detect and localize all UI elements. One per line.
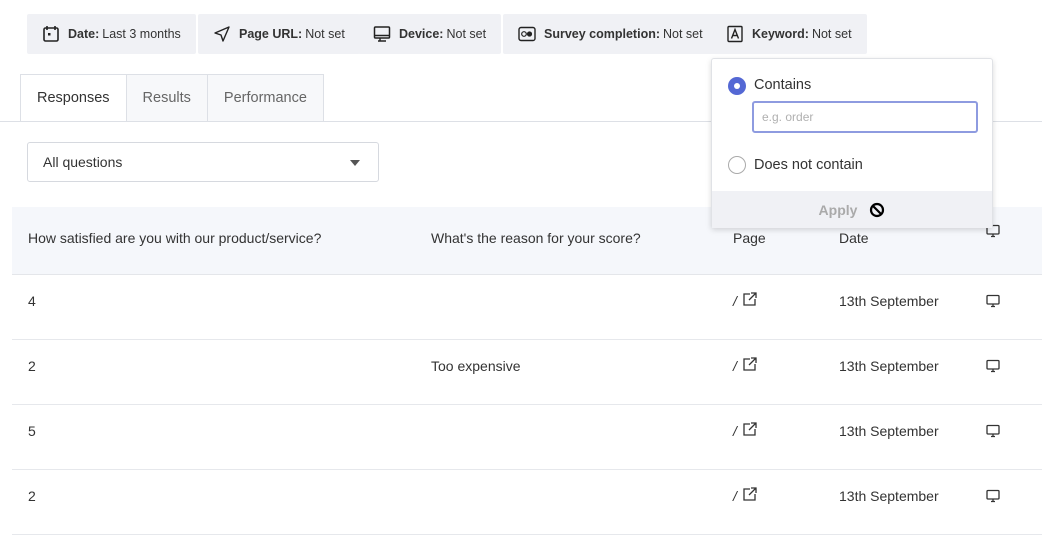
- radio-does-not-contain[interactable]: [728, 156, 746, 174]
- page-cell: /: [733, 423, 737, 439]
- keyword-filter-popup: Contains Does not contain Apply: [711, 58, 993, 228]
- letter-a-icon: [727, 25, 743, 43]
- question-select-value: All questions: [43, 154, 123, 170]
- score-cell: 2: [28, 358, 36, 374]
- radio-contains-label[interactable]: Contains: [754, 77, 811, 93]
- filter-value: Not set: [305, 27, 345, 41]
- desktop-icon: [986, 424, 1000, 438]
- radio-does-not-contain-label[interactable]: Does not contain: [754, 157, 863, 173]
- keyword-input[interactable]: [752, 101, 978, 133]
- column-header-reason[interactable]: What's the reason for your score?: [431, 230, 641, 246]
- filter-device[interactable]: Device: Not set: [358, 14, 502, 54]
- score-cell: 5: [28, 423, 36, 439]
- filter-label: Keyword:: [752, 27, 809, 41]
- radio-contains[interactable]: [728, 77, 746, 95]
- date-cell: 13th September: [839, 358, 939, 374]
- column-header-date[interactable]: Date: [839, 230, 869, 246]
- filter-page-url[interactable]: Page URL: Not set: [198, 14, 360, 54]
- desktop-icon: [986, 489, 1000, 503]
- filter-value: Not set: [811, 27, 852, 41]
- not-allowed-icon: [870, 202, 885, 217]
- filter-label: Survey completion:: [544, 27, 660, 41]
- tab-results[interactable]: Results: [125, 74, 208, 122]
- apply-button[interactable]: Apply: [712, 191, 992, 228]
- date-cell: 13th September: [839, 488, 939, 504]
- table-row[interactable]: 2 Too expensive / 13th September: [12, 340, 1042, 405]
- external-link-icon[interactable]: [742, 292, 757, 307]
- filter-label: Device:: [399, 27, 444, 41]
- score-cell: 2: [28, 488, 36, 504]
- filter-value: Not set: [663, 27, 703, 41]
- external-link-icon[interactable]: [742, 357, 757, 372]
- filter-survey-completion[interactable]: Survey completion: Not set: [503, 14, 718, 54]
- calendar-icon: [43, 26, 59, 42]
- filter-value: Not set: [446, 27, 487, 41]
- tab-responses[interactable]: Responses: [20, 74, 127, 122]
- date-cell: 13th September: [839, 423, 939, 439]
- reason-cell: Too expensive: [431, 358, 521, 374]
- page-cell: /: [733, 293, 737, 309]
- desktop-icon: [986, 294, 1000, 308]
- table-row[interactable]: 2 / 13th September: [12, 470, 1042, 535]
- filter-label: Date:: [68, 27, 100, 41]
- navigation-arrow-icon: [214, 26, 230, 42]
- desktop-icon: [986, 359, 1000, 373]
- tab-performance[interactable]: Performance: [206, 74, 324, 122]
- filter-value: Last 3 months: [102, 27, 181, 41]
- chevron-down-icon: [350, 160, 360, 166]
- table-row[interactable]: 5 / 13th September: [12, 405, 1042, 470]
- external-link-icon[interactable]: [742, 422, 757, 437]
- column-header-page[interactable]: Page: [733, 230, 766, 246]
- apply-label: Apply: [818, 201, 858, 218]
- page-cell: /: [733, 358, 737, 374]
- date-cell: 13th September: [839, 293, 939, 309]
- filter-label: Page URL:: [239, 27, 303, 41]
- filter-date[interactable]: Date: Last 3 months: [27, 14, 196, 54]
- toggle-icon: [518, 26, 536, 42]
- score-cell: 4: [28, 293, 36, 309]
- monitor-icon: [373, 26, 391, 42]
- tab-bar: Responses Results Performance: [20, 74, 324, 122]
- external-link-icon[interactable]: [742, 487, 757, 502]
- column-header-satisfaction[interactable]: How satisfied are you with our product/s…: [28, 230, 321, 246]
- page-cell: /: [733, 488, 737, 504]
- table-row[interactable]: 4 / 13th September: [12, 275, 1042, 340]
- question-select[interactable]: All questions: [27, 142, 379, 182]
- filter-keyword[interactable]: Keyword: Not set: [711, 14, 867, 54]
